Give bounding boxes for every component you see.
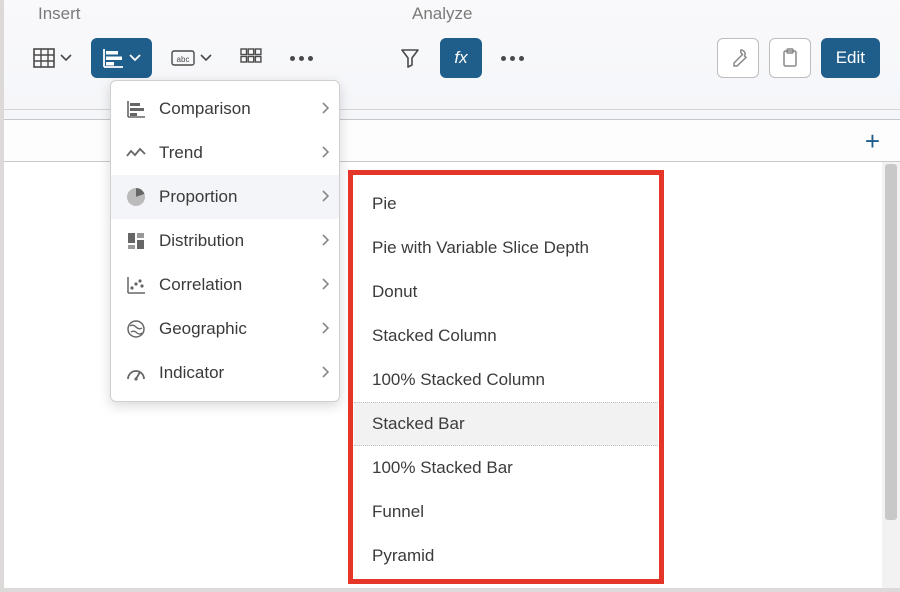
submenu-item-pie-variable[interactable]: Pie with Variable Slice Depth [354,226,658,270]
analyze-more-button[interactable] [492,38,533,78]
svg-text:abc: abc [177,55,190,64]
chevron-down-icon [129,54,141,62]
chevron-right-icon [321,319,329,339]
add-page-button[interactable]: + [865,126,880,157]
clipboard-button[interactable] [769,38,811,78]
gauge-icon [125,362,147,384]
insert-grid-button[interactable] [231,38,271,78]
submenu-item-label: Pie with Variable Slice Depth [372,238,589,258]
text-field-icon: abc [171,50,195,66]
ellipsis-icon [501,56,524,61]
submenu-item-pyramid[interactable]: Pyramid [354,534,658,578]
fx-icon: fx [454,48,467,68]
chevron-right-icon [321,363,329,383]
edit-button[interactable]: Edit [821,38,880,78]
menu-item-indicator[interactable]: Indicator [111,351,339,395]
wrench-button[interactable] [717,38,759,78]
menu-item-proportion[interactable]: Proportion [111,175,339,219]
submenu-item-donut[interactable]: Donut [354,270,658,314]
globe-icon [125,318,147,340]
menu-item-comparison[interactable]: Comparison [111,87,339,131]
proportion-submenu: Pie Pie with Variable Slice Depth Donut … [354,176,658,590]
submenu-item-funnel[interactable]: Funnel [354,490,658,534]
edit-label: Edit [836,48,865,68]
chevron-right-icon [321,231,329,251]
chevron-down-icon [200,54,212,62]
chevron-right-icon [321,187,329,207]
chevron-right-icon [321,99,329,119]
submenu-item-label: 100% Stacked Column [372,370,545,390]
menu-item-label: Indicator [159,363,309,383]
submenu-item-label: Pie [372,194,397,214]
menu-item-label: Distribution [159,231,309,251]
pie-icon [125,186,147,208]
menu-item-label: Correlation [159,275,309,295]
filter-button[interactable] [390,38,430,78]
section-label-insert: Insert [38,4,81,24]
submenu-item-stacked-bar[interactable]: Stacked Bar [354,402,658,446]
menu-item-distribution[interactable]: Distribution [111,219,339,263]
app-frame: Insert Analyze [0,0,900,592]
chart-category-menu: Comparison Trend Proportion [110,80,340,402]
submenu-item-label: Stacked Bar [372,414,465,434]
insert-text-button[interactable]: abc [162,38,221,78]
submenu-item-100-stacked-column[interactable]: 100% Stacked Column [354,358,658,402]
submenu-item-label: Pyramid [372,546,434,566]
section-label-analyze: Analyze [412,4,472,24]
menu-item-correlation[interactable]: Correlation [111,263,339,307]
menu-item-label: Proportion [159,187,309,207]
trend-icon [125,142,147,164]
menu-item-label: Trend [159,143,309,163]
submenu-item-pie[interactable]: Pie [354,182,658,226]
menu-item-trend[interactable]: Trend [111,131,339,175]
scrollbar-thumb[interactable] [885,164,897,520]
menu-item-geographic[interactable]: Geographic [111,307,339,351]
submenu-item-stacked-column[interactable]: Stacked Column [354,314,658,358]
scatter-icon [125,274,147,296]
menu-item-label: Geographic [159,319,309,339]
toolbar-row: abc [24,38,880,78]
chevron-right-icon [321,143,329,163]
table-icon [33,48,55,68]
submenu-item-100-stacked-bar[interactable]: 100% Stacked Bar [354,446,658,490]
chevron-down-icon [60,54,72,62]
chevron-right-icon [321,275,329,295]
bar-chart-icon [102,48,124,68]
insert-chart-button[interactable] [91,38,152,78]
submenu-item-label: 100% Stacked Bar [372,458,513,478]
insert-more-button[interactable] [281,38,322,78]
grid-layout-icon [240,48,262,68]
ellipsis-icon [290,56,313,61]
fx-button[interactable]: fx [440,38,482,78]
submenu-item-label: Funnel [372,502,424,522]
menu-item-label: Comparison [159,99,309,119]
submenu-item-label: Stacked Column [372,326,497,346]
comparison-icon [125,98,147,120]
distribution-icon [125,230,147,252]
wrench-icon [728,48,748,68]
submenu-item-label: Donut [372,282,417,302]
insert-table-button[interactable] [24,38,81,78]
funnel-icon [400,48,420,68]
clipboard-icon [781,48,799,68]
